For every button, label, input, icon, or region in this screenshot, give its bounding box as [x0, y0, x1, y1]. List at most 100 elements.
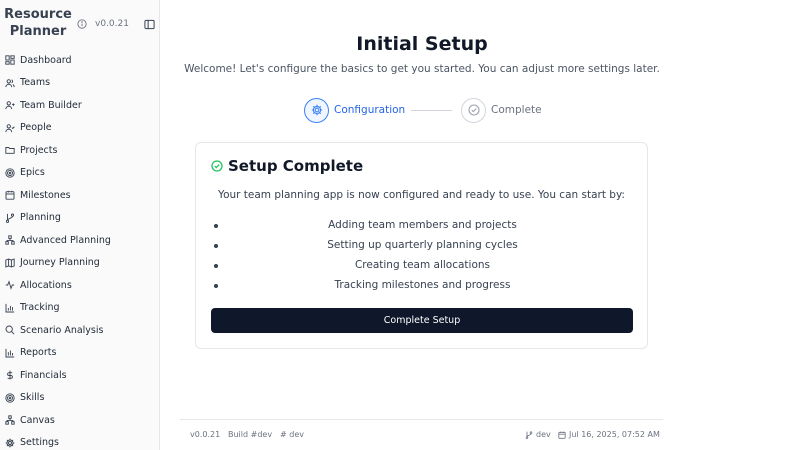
- sidebar: Resource Planner v0.0.21 Dashboard Teams…: [0, 0, 160, 450]
- sidebar-item-financials[interactable]: Financials: [0, 364, 160, 387]
- bar-chart-icon: [5, 303, 15, 313]
- list-item: Setting up quarterly planning cycles: [211, 235, 634, 255]
- sidebar-item-label: Financials: [20, 369, 67, 381]
- sidebar-item-epics[interactable]: Epics: [0, 162, 160, 185]
- list-item: Tracking milestones and progress: [211, 275, 634, 295]
- page-title: Initial Setup: [356, 33, 488, 55]
- sidebar-item-advanced-planning[interactable]: Advanced Planning: [0, 229, 160, 252]
- sidebar-item-projects[interactable]: Projects: [0, 139, 160, 162]
- calendar-icon: [5, 191, 15, 200]
- check-circle-icon: [211, 160, 223, 172]
- sidebar-item-label: Settings: [20, 437, 59, 449]
- git-branch-icon: [5, 213, 15, 223]
- sidebar-item-tracking[interactable]: Tracking: [0, 297, 160, 320]
- gear-icon: [311, 104, 322, 116]
- step-connector: [411, 110, 452, 111]
- sidebar-item-label: Tracking: [20, 302, 60, 314]
- map-icon: [5, 258, 15, 268]
- footer-hash: # dev: [280, 430, 304, 439]
- version-badge: v0.0.21: [95, 19, 129, 29]
- step-complete-circle: [461, 97, 486, 123]
- gear-icon: [5, 438, 15, 448]
- sidebar-item-skills[interactable]: Skills: [0, 387, 160, 410]
- sidebar-item-label: Scenario Analysis: [20, 324, 104, 336]
- sidebar-item-label: Journey Planning: [20, 257, 100, 269]
- next-steps-list: Adding team members and projects Setting…: [211, 215, 634, 295]
- sidebar-item-label: Planning: [20, 212, 61, 224]
- step-configuration[interactable]: Configuration: [304, 97, 405, 123]
- bullet-dot: [214, 263, 218, 268]
- target-icon: [5, 393, 15, 403]
- bar-chart-icon: [5, 348, 15, 358]
- sidebar-item-reports[interactable]: Reports: [0, 342, 160, 365]
- git-branch-icon: [525, 430, 533, 439]
- sidebar-item-canvas[interactable]: Canvas: [0, 409, 160, 432]
- users-icon: [5, 78, 15, 87]
- network-icon: [5, 415, 15, 425]
- target-icon: [5, 168, 15, 178]
- sidebar-item-dashboard[interactable]: Dashboard: [0, 49, 160, 72]
- main-content: Initial Setup Welcome! Let's configure t…: [160, 0, 800, 450]
- network-icon: [5, 235, 15, 245]
- sidebar-item-label: Canvas: [20, 414, 55, 426]
- sidebar-item-label: Reports: [20, 347, 57, 359]
- step-configuration-circle: [304, 97, 329, 123]
- app-title-line2: Planner: [9, 24, 67, 39]
- sidebar-item-label: People: [20, 122, 52, 134]
- footer-date-label: Jul 16, 2025, 07:52 AM: [569, 430, 660, 439]
- bullet-dot: [214, 243, 218, 248]
- complete-setup-button[interactable]: Complete Setup: [211, 308, 633, 333]
- sidebar-item-label: Milestones: [20, 189, 71, 201]
- list-item: Adding team members and projects: [211, 215, 634, 235]
- sidebar-item-journey-planning[interactable]: Journey Planning: [0, 252, 160, 275]
- sidebar-item-label: Epics: [20, 167, 45, 179]
- sidebar-item-team-builder[interactable]: Team Builder: [0, 94, 160, 117]
- card-description: Your team planning app is now configured…: [218, 189, 625, 201]
- list-item-text: Creating team allocations: [354, 259, 491, 271]
- list-item: Creating team allocations: [211, 255, 634, 275]
- calendar-icon: [558, 431, 566, 439]
- sidebar-item-label: Advanced Planning: [20, 234, 111, 246]
- sidebar-item-settings[interactable]: Settings: [0, 432, 160, 450]
- step-complete[interactable]: Complete: [461, 97, 542, 123]
- step-configuration-label: Configuration: [334, 104, 406, 116]
- footer-build: Build #dev: [228, 430, 273, 439]
- info-icon[interactable]: [77, 19, 87, 29]
- folder-icon: [5, 147, 15, 155]
- app-title: Resource Planner: [4, 6, 72, 40]
- sidebar-item-scenario-analysis[interactable]: Scenario Analysis: [0, 319, 160, 342]
- app-title-line1: Resource: [4, 7, 72, 22]
- card-header: Setup Complete: [211, 157, 363, 175]
- sidebar-toggle-icon[interactable]: [144, 19, 155, 30]
- user-plus-icon: [5, 101, 15, 110]
- setup-complete-card: Setup Complete Your team planning app is…: [195, 142, 648, 349]
- search-icon: [5, 325, 15, 335]
- check-circle-icon: [467, 104, 480, 116]
- dashboard-icon: [5, 55, 15, 65]
- sidebar-nav: Dashboard Teams Team Builder People Proj…: [0, 49, 160, 450]
- sidebar-item-label: Allocations: [20, 279, 72, 291]
- sidebar-item-people[interactable]: People: [0, 117, 160, 140]
- sidebar-item-label: Projects: [20, 144, 58, 156]
- footer-date: Jul 16, 2025, 07:52 AM: [558, 430, 660, 439]
- footer-branch: dev: [525, 430, 551, 439]
- sidebar-item-planning[interactable]: Planning: [0, 207, 160, 230]
- activity-icon: [5, 280, 15, 290]
- sidebar-item-teams[interactable]: Teams: [0, 72, 160, 95]
- footer-branch-label: dev: [536, 430, 551, 439]
- sidebar-item-milestones[interactable]: Milestones: [0, 184, 160, 207]
- dollar-icon: [7, 370, 13, 380]
- sidebar-item-label: Skills: [20, 392, 45, 404]
- footer: v0.0.21 Build #dev # dev dev Jul 16, 202…: [180, 419, 663, 445]
- sidebar-item-label: Teams: [20, 77, 51, 89]
- sidebar-item-allocations[interactable]: Allocations: [0, 274, 160, 297]
- bullet-dot: [214, 223, 218, 228]
- card-title: Setup Complete: [228, 157, 364, 175]
- bullet-dot: [214, 283, 218, 288]
- step-complete-label: Complete: [491, 104, 542, 116]
- list-item-text: Tracking milestones and progress: [334, 279, 511, 291]
- footer-version: v0.0.21: [190, 430, 221, 439]
- list-item-text: Adding team members and projects: [328, 219, 517, 231]
- sidebar-item-label: Team Builder: [20, 99, 82, 111]
- sidebar-item-label: Dashboard: [20, 54, 72, 66]
